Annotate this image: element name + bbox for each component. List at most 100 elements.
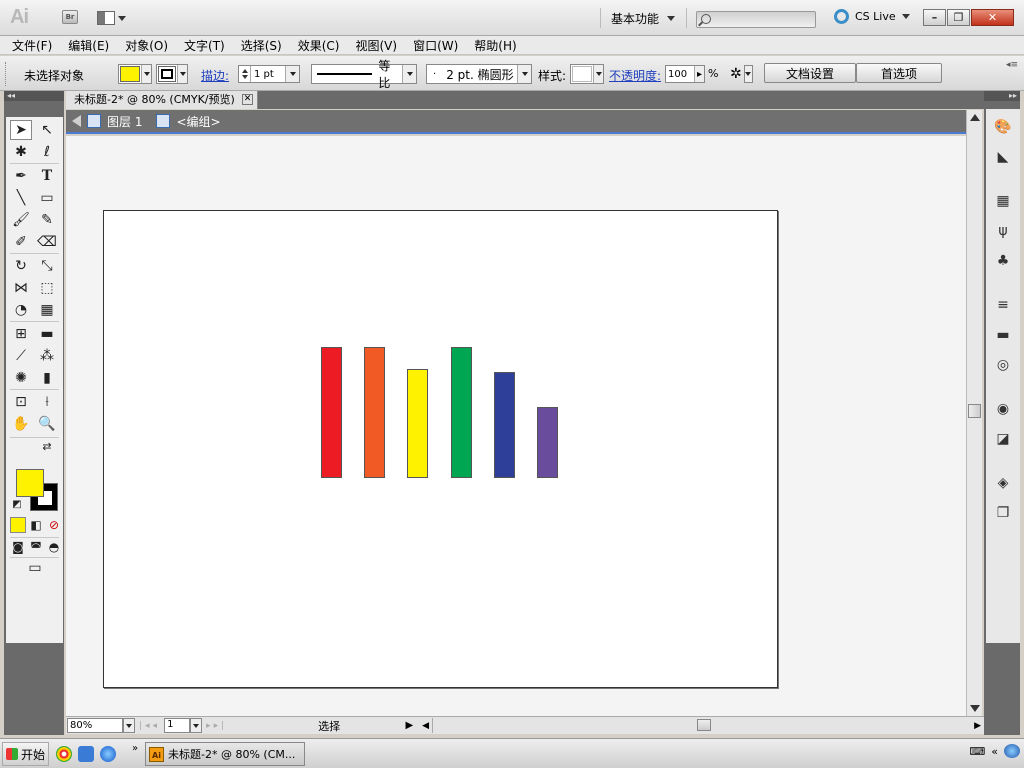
mesh-tool-icon[interactable]: ⊞ — [10, 324, 32, 344]
chevron-down-icon[interactable] — [517, 65, 531, 83]
chevron-right-icon[interactable]: ▸ — [694, 66, 704, 82]
zoom-tool-icon[interactable]: 🔍 — [36, 414, 58, 434]
menu-help[interactable]: 帮助(H) — [474, 37, 516, 54]
blend-tool-icon[interactable]: ⁂ — [36, 346, 58, 366]
swap-colors-icon[interactable]: ⇄ — [40, 439, 54, 453]
brush-definition[interactable]: · 2 pt. 椭圆形 — [426, 64, 532, 84]
menu-object[interactable]: 对象(O) — [125, 37, 168, 54]
symbol-sprayer-tool-icon[interactable]: ✺ — [10, 368, 32, 388]
lasso-tool-icon[interactable]: ℓ — [36, 142, 58, 162]
color-mode-icon[interactable] — [10, 517, 26, 533]
bar-2[interactable] — [364, 347, 385, 478]
fill-color-dropdown[interactable] — [118, 64, 152, 84]
stepper-icon[interactable] — [239, 66, 251, 82]
recolor-artwork-button[interactable]: ✲ — [730, 64, 758, 84]
graphic-style-dropdown[interactable] — [570, 64, 604, 84]
close-icon[interactable]: ✕ — [242, 94, 253, 105]
panel-grip[interactable] — [5, 62, 9, 86]
blob-brush-tool-icon[interactable]: ✐ — [10, 232, 32, 252]
menu-select[interactable]: 选择(S) — [241, 37, 282, 54]
transparency-panel-icon[interactable]: ◎ — [994, 357, 1012, 373]
artboard[interactable] — [103, 210, 778, 688]
menu-file[interactable]: 文件(F) — [12, 37, 52, 54]
chevron-down-icon[interactable] — [285, 66, 299, 82]
symbols-panel-icon[interactable]: ♣ — [994, 253, 1012, 269]
color-panel-icon[interactable]: 🎨 — [994, 119, 1012, 135]
magic-wand-tool-icon[interactable]: ✱ — [10, 142, 32, 162]
help-search-input[interactable] — [696, 11, 816, 28]
stroke-weight-field[interactable]: 1 pt — [238, 65, 300, 83]
chrome-icon[interactable] — [56, 746, 72, 762]
panel-menu-icon[interactable]: ◂≡ — [1006, 60, 1018, 70]
breadcrumb-group[interactable]: <编组> — [176, 113, 220, 130]
free-transform-tool-icon[interactable]: ⬚ — [36, 278, 58, 298]
artboard-tool-icon[interactable]: ⊡ — [10, 392, 32, 412]
close-button[interactable]: ✕ — [971, 9, 1014, 26]
scroll-up-icon[interactable] — [970, 114, 980, 121]
width-tool-icon[interactable]: ⋈ — [10, 278, 32, 298]
artboard-nav-prev-icon[interactable]: |◂◂ — [135, 721, 164, 731]
artboards-panel-icon[interactable]: ❐ — [994, 505, 1012, 521]
expand-panels-icon[interactable]: ▸▸ — [984, 91, 1020, 101]
menu-effect[interactable]: 效果(C) — [298, 37, 340, 54]
collapse-icon[interactable]: ◂◂ — [4, 91, 64, 101]
none-mode-icon[interactable]: ⊘ — [46, 517, 62, 533]
variable-width-profile[interactable]: 等比 — [311, 59, 417, 90]
perspective-grid-tool-icon[interactable]: ▦ — [36, 300, 58, 320]
stroke-color-dropdown[interactable] — [156, 64, 188, 84]
slice-tool-icon[interactable]: ⟊ — [36, 392, 58, 412]
shape-builder-tool-icon[interactable]: ◔ — [10, 300, 32, 320]
eyedropper-tool-icon[interactable]: ⟋ — [10, 346, 32, 366]
stroke-panel-icon[interactable]: ≡ — [994, 297, 1012, 313]
internet-explorer-icon[interactable] — [100, 746, 116, 762]
zoom-field[interactable]: 80% — [67, 718, 123, 733]
layers-panel-icon[interactable]: ◈ — [994, 475, 1012, 491]
selection-tool-icon[interactable]: ➤ — [10, 120, 32, 140]
status-menu[interactable]: 选择 ▶ — [239, 718, 419, 733]
menu-type[interactable]: 文字(T) — [184, 37, 225, 54]
scroll-left-icon[interactable]: ◀ — [419, 721, 432, 731]
network-icon[interactable] — [1004, 744, 1020, 758]
line-tool-icon[interactable]: ╲ — [10, 188, 32, 208]
draw-behind-icon[interactable]: ◚ — [28, 539, 44, 555]
paintbrush-tool-icon[interactable]: 🖌 — [10, 210, 32, 230]
hand-tool-icon[interactable]: ✋ — [10, 414, 32, 434]
stroke-panel-link[interactable]: 描边: — [201, 67, 229, 84]
pen-tool-icon[interactable]: ✒ — [10, 166, 32, 186]
chevron-down-icon[interactable] — [190, 718, 203, 733]
bar-5[interactable] — [494, 372, 515, 478]
gradient-panel-icon[interactable]: ▬ — [994, 327, 1012, 343]
cs-live-menu[interactable]: CS Live — [834, 9, 910, 24]
screen-mode-icon[interactable]: ▭ — [23, 559, 47, 577]
tray-expand-icon[interactable]: « — [991, 745, 998, 758]
keyboard-icon[interactable]: ⌨ — [969, 745, 985, 758]
opacity-field[interactable]: 100 ▸ — [665, 65, 705, 83]
appearance-panel-icon[interactable]: ◉ — [994, 401, 1012, 417]
bar-4[interactable] — [451, 347, 472, 478]
brushes-panel-icon[interactable]: ψ — [994, 223, 1012, 239]
minimize-button[interactable]: – — [923, 9, 946, 26]
default-colors-icon[interactable]: ◩ — [10, 497, 24, 511]
scroll-thumb[interactable] — [968, 404, 981, 418]
draw-inside-icon[interactable]: ◓ — [46, 539, 62, 555]
artboard-number-field[interactable]: 1 — [164, 718, 191, 733]
bar-1[interactable] — [321, 347, 342, 478]
workspace-switcher[interactable]: 基本功能 — [611, 10, 676, 27]
scroll-down-icon[interactable] — [970, 705, 980, 712]
start-button[interactable]: 开始 — [2, 742, 49, 766]
column-graph-tool-icon[interactable]: ▮ — [36, 368, 58, 388]
menu-view[interactable]: 视图(V) — [355, 37, 397, 54]
draw-normal-icon[interactable]: ◙ — [10, 539, 26, 555]
browser-icon[interactable] — [78, 746, 94, 762]
restore-button[interactable]: ❐ — [947, 9, 970, 26]
menu-edit[interactable]: 编辑(E) — [68, 37, 109, 54]
menu-window[interactable]: 窗口(W) — [413, 37, 458, 54]
chevron-down-icon[interactable] — [402, 65, 416, 83]
bar-6[interactable] — [537, 407, 558, 478]
opacity-panel-link[interactable]: 不透明度: — [609, 67, 661, 84]
bar-group[interactable] — [104, 211, 777, 687]
rectangle-tool-icon[interactable]: ▭ — [36, 188, 58, 208]
scroll-thumb[interactable] — [697, 719, 712, 731]
scale-tool-icon[interactable]: ⤡ — [36, 256, 58, 276]
breadcrumb-layer[interactable]: 图层 1 — [107, 113, 142, 130]
